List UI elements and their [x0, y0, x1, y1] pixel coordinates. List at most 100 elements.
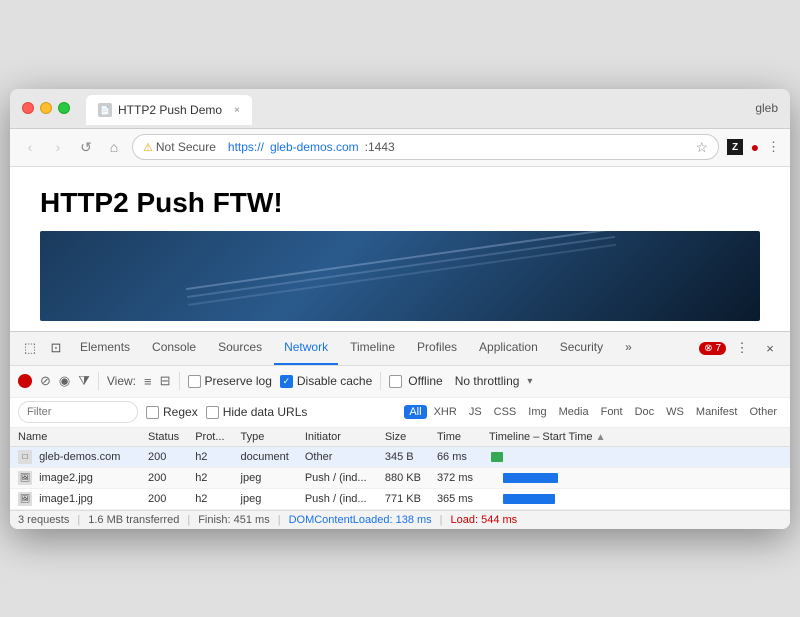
browser-window: 📄 HTTP2 Push Demo × gleb ‹ › ↺ ⌂ ⚠ Not S… — [10, 89, 790, 529]
cell-name: 🖼 image2.jpg — [10, 467, 140, 488]
filter-input[interactable] — [18, 401, 138, 423]
not-secure-label: Not Secure — [156, 140, 216, 154]
home-button[interactable]: ⌂ — [104, 137, 124, 157]
filter-type-all[interactable]: All — [404, 405, 426, 419]
load-time: Load: 544 ms — [451, 514, 518, 526]
network-toolbar: ⊘ ◉ ⧩ View: ≡ ⊟ Preserve log ✓ Disable c… — [10, 366, 790, 398]
tab-timeline[interactable]: Timeline — [340, 331, 405, 365]
tab-network[interactable]: Network — [274, 331, 338, 365]
url-bar[interactable]: ⚠ Not Secure https://gleb-demos.com:1443… — [132, 134, 719, 160]
tab-sources[interactable]: Sources — [208, 331, 272, 365]
filter-type-font[interactable]: Font — [596, 405, 628, 419]
toolbar-separator-3 — [380, 372, 381, 390]
stop-button[interactable]: ⊘ — [40, 373, 51, 389]
filter-type-img[interactable]: Img — [523, 405, 551, 419]
filter-type-manifest[interactable]: Manifest — [691, 405, 743, 419]
filter-type-media[interactable]: Media — [554, 405, 594, 419]
network-table-wrapper: Name Status Prot... Type Initiator Size … — [10, 428, 790, 510]
file-icon: □ — [18, 450, 32, 464]
cell-status: 200 — [140, 446, 187, 467]
record-button[interactable] — [18, 374, 32, 388]
devtools-more-icon[interactable]: ⋮ — [730, 336, 754, 360]
preserve-log-label: Preserve log — [205, 374, 272, 388]
devtools-tab-right: ⊗ 7 ⋮ × — [699, 336, 782, 360]
cell-name: 🖼 image1.jpg — [10, 488, 140, 509]
cell-size: 880 KB — [377, 467, 429, 488]
tab-profiles[interactable]: Profiles — [407, 331, 467, 365]
filter-types: All XHR JS CSS Img Media Font Doc WS Man… — [404, 405, 782, 419]
devtools-panel: ⬚ ⊡ Elements Console Sources Network Tim… — [10, 331, 790, 529]
browser-menu-icon[interactable]: ⋮ — [767, 139, 780, 155]
filter-type-css[interactable]: CSS — [489, 405, 522, 419]
close-button[interactable] — [22, 102, 34, 114]
regex-checkbox[interactable] — [146, 406, 159, 419]
zotero-extension[interactable]: Z — [727, 139, 743, 155]
file-icon: 🖼 — [18, 492, 32, 506]
tab-elements[interactable]: Elements — [70, 331, 140, 365]
camera-button[interactable]: ◉ — [59, 373, 70, 389]
tab-security[interactable]: Security — [550, 331, 613, 365]
preserve-log-checkbox[interactable] — [188, 375, 201, 388]
cell-name: □ gleb-demos.com — [10, 446, 140, 467]
throttle-select[interactable]: No throttling — [455, 374, 520, 388]
disable-cache-checkbox[interactable]: ✓ — [280, 375, 293, 388]
tab-more[interactable]: » — [615, 331, 642, 365]
tab-application[interactable]: Application — [469, 331, 548, 365]
url-prefix: https:// — [228, 140, 264, 154]
col-header-size: Size — [377, 428, 429, 447]
detail-view-icon[interactable]: ⊟ — [160, 373, 171, 389]
table-row[interactable]: 🖼 image2.jpg 200 h2 jpeg Push / (ind... … — [10, 467, 790, 488]
preserve-log-option[interactable]: Preserve log — [188, 374, 272, 388]
table-row[interactable]: 🖼 image1.jpg 200 h2 jpeg Push / (ind... … — [10, 488, 790, 509]
offline-option: Offline — [389, 374, 442, 388]
maximize-button[interactable] — [58, 102, 70, 114]
cell-timeline — [481, 467, 790, 488]
network-table: Name Status Prot... Type Initiator Size … — [10, 428, 790, 510]
regex-option[interactable]: Regex — [146, 405, 198, 419]
list-view-icon[interactable]: ≡ — [144, 374, 152, 389]
file-icon: 🖼 — [18, 471, 32, 485]
timeline-bar — [503, 473, 558, 483]
devtools-close-icon[interactable]: × — [758, 336, 782, 360]
filter-type-xhr[interactable]: XHR — [429, 405, 462, 419]
filter-type-js[interactable]: JS — [464, 405, 487, 419]
sort-arrow: ▲ — [596, 432, 606, 443]
cell-time: 66 ms — [429, 446, 481, 467]
cell-initiator: Other — [297, 446, 377, 467]
filter-button[interactable]: ⧩ — [78, 373, 90, 389]
table-row[interactable]: □ gleb-demos.com 200 h2 document Other 3… — [10, 446, 790, 467]
hide-data-option[interactable]: Hide data URLs — [206, 405, 308, 419]
devtools-tab-bar: ⬚ ⊡ Elements Console Sources Network Tim… — [10, 332, 790, 366]
offline-checkbox[interactable] — [389, 375, 402, 388]
cell-protocol: h2 — [187, 488, 232, 509]
cell-type: jpeg — [233, 467, 297, 488]
devtools-toggle-icon[interactable]: ⬚ — [18, 336, 42, 360]
back-button[interactable]: ‹ — [20, 137, 40, 157]
forward-button[interactable]: › — [48, 137, 68, 157]
timeline-bar-container — [489, 493, 782, 505]
tab-console[interactable]: Console — [142, 331, 206, 365]
requests-count: 3 requests — [18, 514, 69, 526]
hide-data-label: Hide data URLs — [223, 405, 308, 419]
cell-timeline — [481, 488, 790, 509]
filter-type-ws[interactable]: WS — [661, 405, 689, 419]
hide-data-checkbox[interactable] — [206, 406, 219, 419]
bookmark-icon[interactable]: ☆ — [695, 139, 708, 156]
minimize-button[interactable] — [40, 102, 52, 114]
reload-button[interactable]: ↺ — [76, 137, 96, 157]
filter-type-other[interactable]: Other — [744, 405, 782, 419]
warning-icon: ⚠ — [143, 141, 153, 154]
cell-status: 200 — [140, 467, 187, 488]
error-badge: ⊗ 7 — [699, 342, 726, 355]
page-content: HTTP2 Push FTW! — [10, 167, 790, 331]
filter-type-doc[interactable]: Doc — [630, 405, 660, 419]
timeline-bar — [491, 452, 503, 462]
tab-close-button[interactable]: × — [234, 105, 240, 116]
url-host: gleb-demos.com — [270, 140, 359, 154]
browser-tab[interactable]: 📄 HTTP2 Push Demo × — [86, 95, 252, 125]
disable-cache-option[interactable]: ✓ Disable cache — [280, 374, 372, 388]
toolbar-separator-2 — [179, 372, 180, 390]
devtools-drawer-icon[interactable]: ⊡ — [44, 336, 68, 360]
user-name: gleb — [755, 101, 778, 115]
opera-extension[interactable]: ● — [747, 139, 763, 155]
